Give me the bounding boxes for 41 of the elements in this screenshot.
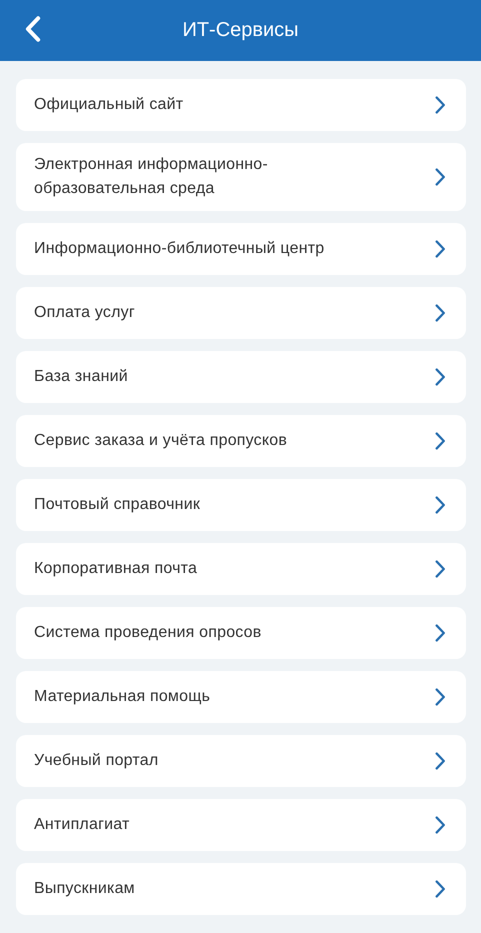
service-label: Сервис заказа и учёта пропусков <box>34 431 288 451</box>
service-list-item[interactable]: Учебный портал <box>16 735 466 787</box>
service-list-item[interactable]: Система проведения опросов <box>16 607 466 659</box>
service-label: Почтовый справочник <box>34 495 200 515</box>
chevron-icon <box>435 432 446 450</box>
service-label: Оплата услуг <box>34 303 135 323</box>
service-label: Корпоративная почта <box>34 559 198 579</box>
chevron-icon <box>435 168 446 186</box>
service-list-item[interactable]: Оплата услуг <box>16 287 466 339</box>
service-label: Система проведения опросов <box>34 623 262 643</box>
chevron-icon <box>435 688 446 706</box>
chevron-icon <box>435 816 446 834</box>
service-list-item[interactable]: Электронная информационно-образовательная среда <box>16 143 466 211</box>
back-icon <box>25 16 41 42</box>
screen-title: ИТ-Сервисы <box>182 19 299 42</box>
service-list-item[interactable]: Выпускникам <box>16 863 466 915</box>
service-list-item[interactable]: Официальный сайт <box>16 79 466 131</box>
chevron-icon <box>435 304 446 322</box>
service-label: Антиплагиат <box>34 815 130 835</box>
service-list-item[interactable]: Корпоративная почта <box>16 543 466 595</box>
service-label: Информационно-библиотечный центр <box>34 239 324 259</box>
service-list-item[interactable]: Почтовый справочник <box>16 479 466 531</box>
chevron-icon <box>435 240 446 258</box>
service-label: Учебный портал <box>34 751 158 771</box>
service-list-item[interactable]: Информационно-библиотечный центр <box>16 223 466 275</box>
service-list-item[interactable]: Антиплагиат <box>16 799 466 851</box>
chevron-icon <box>435 880 446 898</box>
service-label: Выпускникам <box>34 879 135 899</box>
chevron-icon <box>435 96 446 114</box>
service-label: Электронная информационно-образовательная среда <box>34 155 269 199</box>
chevron-icon <box>435 368 446 386</box>
service-list-item[interactable]: Материальная помощь <box>16 671 466 723</box>
chevron-icon <box>435 496 446 514</box>
chevron-icon <box>435 752 446 770</box>
service-label: Официальный сайт <box>34 95 184 115</box>
chevron-icon <box>435 560 446 578</box>
chevron-icon <box>435 624 446 642</box>
service-list-item[interactable]: Сервис заказа и учёта пропусков <box>16 415 466 467</box>
service-label: База знаний <box>34 367 128 387</box>
service-label: Материальная помощь <box>34 687 210 707</box>
service-list-item[interactable]: База знаний <box>16 351 466 403</box>
